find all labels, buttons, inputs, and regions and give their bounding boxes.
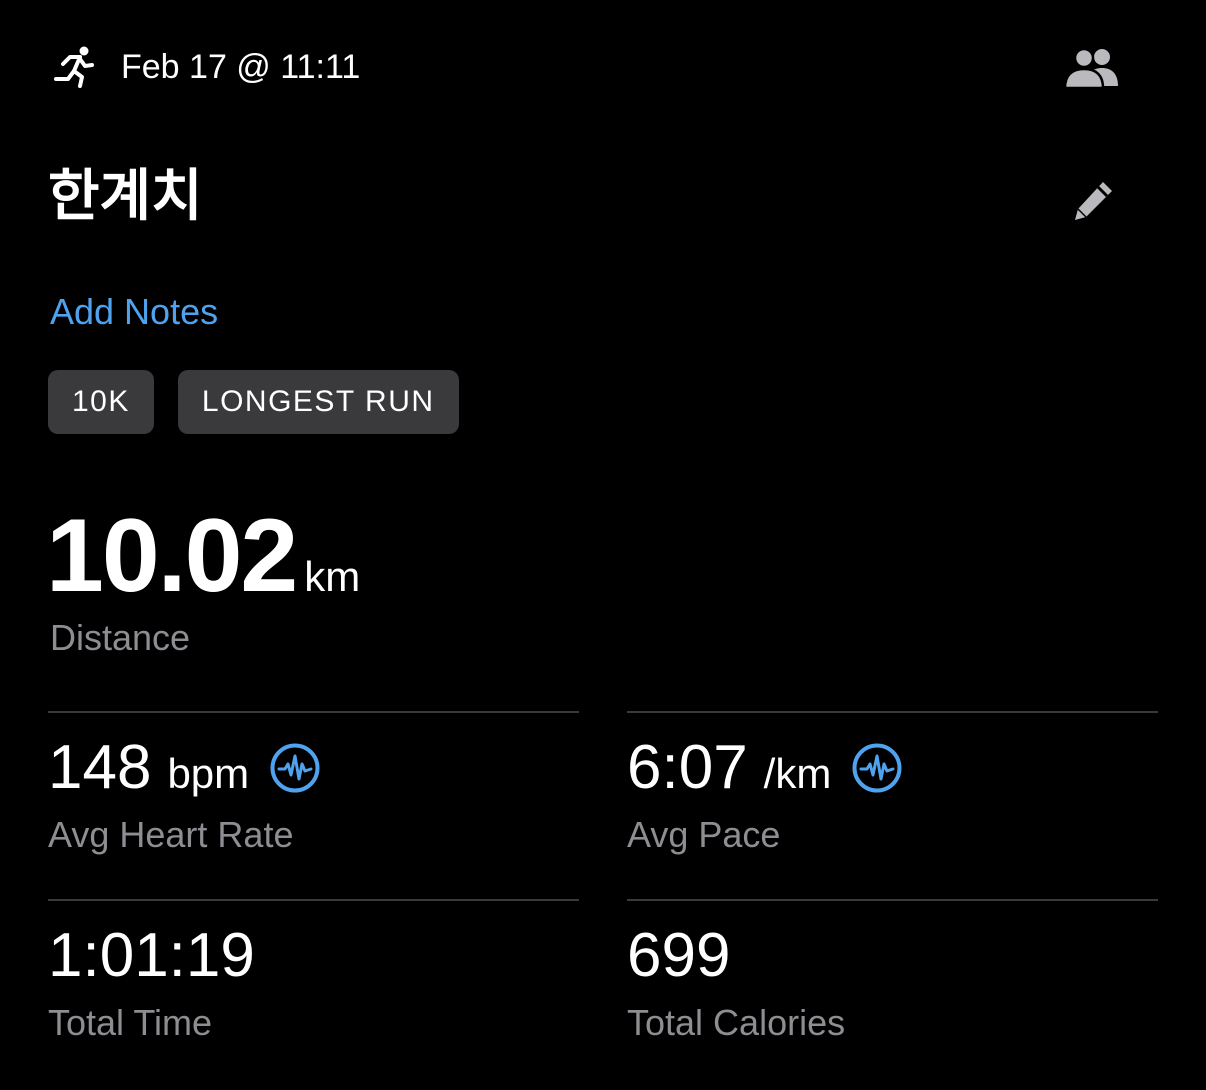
metric-value-line: 6:07 /km — [627, 733, 903, 803]
divider — [627, 711, 1158, 713]
tag-10k[interactable]: 10K — [48, 370, 154, 434]
metric-value-line: 1:01:19 — [48, 921, 255, 991]
distance-label: Distance — [50, 617, 191, 658]
metric-total-calories[interactable]: 699 Total Calories — [627, 921, 1157, 1061]
metric-heart-rate[interactable]: 148 bpm Avg Heart Rate — [48, 733, 578, 873]
heart-rate-unit: bpm — [167, 750, 250, 797]
tag-list: 10K LONGEST RUN — [48, 370, 459, 434]
metric-total-time[interactable]: 1:01:19 Total Time — [48, 921, 578, 1061]
workout-date: Feb 17 @ 11:11 — [121, 48, 361, 86]
divider — [48, 711, 579, 713]
workout-header: Feb 17 @ 11:11 — [50, 36, 1120, 100]
distance-readout: 10.02 km — [46, 500, 360, 612]
total-time-label: Total Time — [48, 1002, 213, 1043]
add-notes-link[interactable]: Add Notes — [50, 290, 218, 334]
distance-value: 10.02 — [46, 498, 298, 614]
pace-unit: /km — [763, 750, 832, 797]
distance-unit: km — [304, 553, 361, 600]
pencil-icon[interactable] — [1070, 178, 1116, 224]
workout-title: 한계치 — [48, 164, 203, 229]
total-calories-label: Total Calories — [627, 1002, 846, 1043]
heart-rate-label: Avg Heart Rate — [48, 814, 294, 855]
divider — [48, 899, 579, 901]
people-icon[interactable] — [1064, 46, 1120, 90]
total-calories-value: 699 — [627, 921, 731, 990]
title-row: 한계치 — [48, 158, 1128, 238]
divider — [627, 899, 1158, 901]
metric-value-line: 148 bpm — [48, 733, 321, 803]
pace-value: 6:07 — [627, 733, 748, 802]
running-figure-icon — [54, 46, 94, 88]
tag-longest-run[interactable]: LONGEST RUN — [177, 370, 459, 434]
heart-rate-value: 148 — [48, 733, 152, 802]
waveform-chart-icon[interactable] — [269, 742, 321, 794]
waveform-chart-icon[interactable] — [851, 742, 903, 794]
pace-label: Avg Pace — [627, 814, 781, 855]
total-time-value: 1:01:19 — [48, 921, 255, 990]
metric-value-line: 699 — [627, 921, 730, 991]
metric-pace[interactable]: 6:07 /km Avg Pace — [627, 733, 1157, 873]
